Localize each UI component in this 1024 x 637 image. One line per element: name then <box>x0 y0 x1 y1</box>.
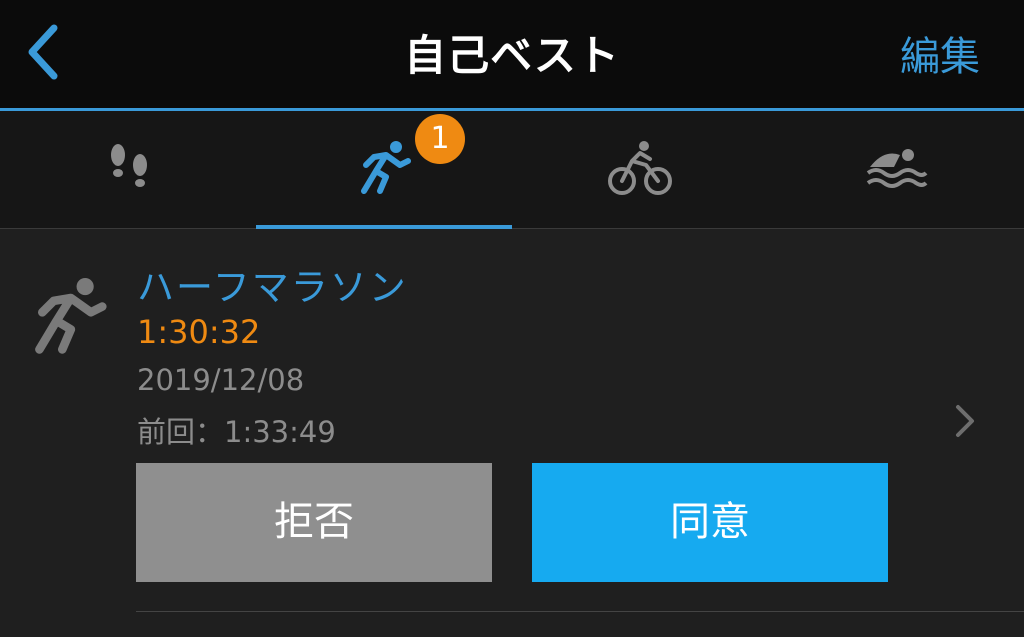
tab-swimming[interactable] <box>768 111 1024 228</box>
cycling-icon <box>608 141 672 195</box>
divider <box>136 611 1024 612</box>
page-title: 自己ベスト <box>404 31 620 80</box>
previous-record: 前回：1:33:49 <box>137 415 336 449</box>
footsteps-icon <box>111 144 147 187</box>
notification-badge: 1 <box>415 114 465 164</box>
activity-tab-bar: 1 <box>0 111 1024 229</box>
swimming-icon <box>866 149 928 188</box>
accept-button[interactable]: 同意 <box>532 463 888 582</box>
tab-running[interactable]: 1 <box>256 111 512 229</box>
tab-cycling[interactable] <box>512 111 768 228</box>
record-time: 1:30:32 <box>137 313 261 351</box>
personal-record-item[interactable]: ハーフマラソン 1:30:32 2019/12/08 前回：1:33:49 拒否… <box>0 229 1024 637</box>
running-icon <box>361 141 411 194</box>
navigation-bar: 自己ベスト 編集 <box>0 0 1024 111</box>
tab-steps[interactable] <box>0 111 256 228</box>
reject-button[interactable]: 拒否 <box>136 463 492 582</box>
record-title: ハーフマラソン <box>137 266 408 309</box>
record-date: 2019/12/08 <box>137 363 305 397</box>
chevron-right-icon <box>956 405 974 437</box>
edit-button[interactable]: 編集 <box>900 24 980 82</box>
running-icon <box>35 278 107 354</box>
